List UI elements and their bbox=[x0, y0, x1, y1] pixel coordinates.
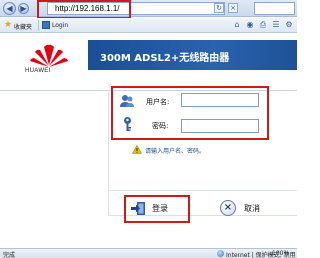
login-button[interactable]: 登录 bbox=[131, 197, 183, 219]
refresh-icon[interactable]: ↻ bbox=[214, 3, 224, 13]
status-text: 完成 bbox=[3, 252, 16, 258]
cancel-button[interactable]: × 取消 bbox=[220, 197, 278, 219]
key-icon bbox=[124, 117, 131, 131]
button-row-divider bbox=[108, 190, 297, 191]
username-field[interactable] bbox=[181, 93, 259, 107]
login-arrow-icon bbox=[131, 201, 145, 215]
password-label: 密码: bbox=[152, 122, 169, 130]
forward-icon[interactable]: ▶ bbox=[18, 3, 29, 14]
page-favicon-icon bbox=[42, 21, 50, 29]
stop-icon[interactable]: × bbox=[228, 3, 238, 13]
internet-zone-icon bbox=[217, 250, 224, 257]
home-icon[interactable]: ⌂ bbox=[232, 20, 242, 30]
cancel-button-label: 取消 bbox=[244, 203, 260, 213]
login-hint: 请输入用户名、密码。 bbox=[145, 148, 206, 155]
status-bar: 完成 Internet | 保护模式: 禁用 100% bbox=[0, 248, 297, 258]
back-icon[interactable]: ◀ bbox=[3, 2, 16, 15]
zoom-level[interactable]: 100% bbox=[272, 250, 289, 257]
warning-icon bbox=[132, 145, 142, 154]
huawei-logo-text: HUAWEI bbox=[25, 68, 51, 74]
password-field[interactable] bbox=[181, 119, 259, 133]
login-button-label: 登录 bbox=[152, 203, 168, 213]
header-banner: 300M ADSL2+无线路由器 bbox=[88, 40, 297, 70]
feed-icon[interactable]: ◉ bbox=[245, 20, 255, 30]
username-label: 用户名: bbox=[146, 98, 170, 106]
favorites-bar: ★ 收藏夹 Login ⌂ ◉ ⎙ ☰ ⚙ bbox=[0, 18, 297, 33]
cancel-x-icon: × bbox=[220, 200, 236, 216]
toolbar-divider bbox=[38, 20, 39, 31]
huawei-logo-icon bbox=[30, 44, 68, 67]
url-highlight-box bbox=[37, 0, 131, 19]
print-icon[interactable]: ⎙ bbox=[258, 20, 268, 30]
address-toolbar: ◀ ▶ http://192.168.1.1/ ↻ × bbox=[0, 0, 297, 19]
search-input[interactable] bbox=[254, 2, 295, 15]
user-icon bbox=[120, 95, 134, 107]
product-title: 300M ADSL2+无线路由器 bbox=[100, 53, 230, 64]
tools-icon[interactable]: ⚙ bbox=[284, 20, 294, 30]
page-menu-icon[interactable]: ☰ bbox=[271, 20, 281, 30]
tab-title[interactable]: Login bbox=[52, 22, 68, 29]
favorites-label[interactable]: 收藏夹 bbox=[14, 22, 32, 31]
favorites-star-icon[interactable]: ★ bbox=[4, 20, 12, 30]
